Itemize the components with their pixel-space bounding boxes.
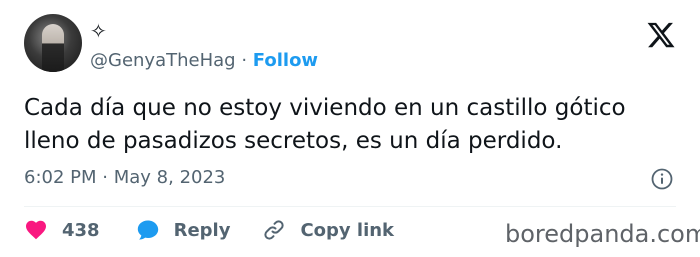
meta-separator: · xyxy=(102,167,108,188)
heart-icon xyxy=(26,220,46,240)
tweet-time: 6:02 PM xyxy=(24,167,97,188)
like-count: 438 xyxy=(62,219,100,241)
like-button[interactable]: 438 xyxy=(24,218,100,242)
display-name[interactable]: ✧ xyxy=(90,20,107,42)
tweet-text-line: Cada día que no estoy viviendo en un cas… xyxy=(24,95,626,121)
info-icon[interactable] xyxy=(650,167,674,191)
speech-bubble-icon xyxy=(137,220,158,240)
follow-button[interactable]: Follow xyxy=(253,50,318,71)
tweet-date: May 8, 2023 xyxy=(113,167,226,188)
avatar[interactable] xyxy=(24,14,82,72)
user-handle[interactable]: @GenyaTheHag xyxy=(90,50,236,71)
copy-link-label: Copy link xyxy=(300,219,395,241)
handle-separator: · xyxy=(241,50,248,71)
reply-label: Reply xyxy=(173,219,231,241)
tweet-text: Cada día que no estoy viviendo en un cas… xyxy=(24,92,684,158)
tweet-timestamp[interactable]: 6:02 PM · May 8, 2023 xyxy=(24,165,225,191)
handle-row: @GenyaTheHag · Follow xyxy=(90,49,318,73)
watermark: boredpanda.com xyxy=(505,220,700,248)
action-bar: 438 Reply Copy link xyxy=(24,216,394,244)
tweet-text-line: lleno de pasadizos secretos, es un día p… xyxy=(24,128,563,154)
copy-link-button[interactable]: Copy link xyxy=(262,218,394,242)
link-icon xyxy=(264,220,285,240)
x-logo-icon[interactable] xyxy=(646,20,676,50)
divider xyxy=(24,206,676,207)
avatar-figure xyxy=(42,24,64,72)
reply-button[interactable]: Reply xyxy=(136,218,231,242)
